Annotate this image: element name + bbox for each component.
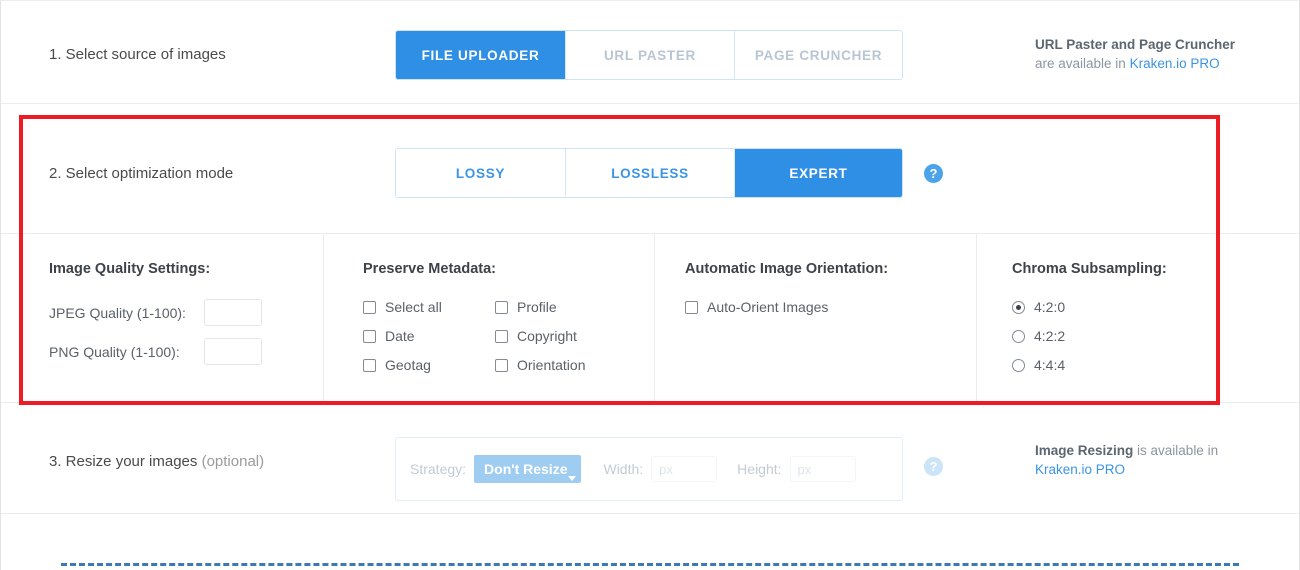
tab-lossless-label: LOSSLESS	[611, 165, 689, 181]
panel-chroma-subsampling: Chroma Subsampling: 4:2:0 4:2:2 4:4:4	[1012, 261, 1167, 386]
section-source-label: 1. Select source of images	[49, 46, 226, 63]
resize-controls-box: Strategy: Don't Resize Width: Height:	[395, 437, 903, 501]
section-mode-label-text: 2. Select optimization mode	[49, 165, 234, 182]
checkbox-icon-date	[363, 329, 376, 343]
panel-image-quality: Image Quality Settings: JPEG Quality (1-…	[49, 261, 262, 377]
section-resize-label-text: 3. Resize your images	[49, 453, 202, 470]
source-pro-link[interactable]: Kraken.io PRO	[1130, 56, 1220, 71]
checkbox-icon-auto-orient	[685, 300, 698, 314]
checkbox-auto-orient-images[interactable]: Auto-Orient Images	[685, 299, 888, 315]
checkbox-geotag[interactable]: Geotag	[363, 357, 495, 373]
checkbox-copyright[interactable]: Copyright	[495, 328, 585, 344]
checkbox-date-label: Date	[385, 328, 415, 344]
resize-pro-link[interactable]: Kraken.io PRO	[1035, 462, 1125, 477]
section-resize-label: 3. Resize your images (optional)	[49, 453, 264, 470]
checkbox-date[interactable]: Date	[363, 328, 495, 344]
tab-expert[interactable]: EXPERT	[735, 149, 902, 197]
section-select-source: 1. Select source of images FILE UPLOADER…	[1, 1, 1299, 103]
metadata-checkbox-grid: Select all Profile Date Copyright Geotag	[363, 299, 585, 373]
tab-file-uploader-label: FILE UPLOADER	[421, 47, 540, 63]
height-input[interactable]	[789, 456, 856, 482]
source-pro-note-line1: URL Paster and Page Cruncher	[1035, 37, 1236, 52]
checkbox-profile-label: Profile	[517, 299, 557, 315]
question-mark-icon-mode[interactable]: ?	[924, 164, 943, 183]
checkbox-icon-select-all	[363, 300, 376, 314]
panel-preserve-metadata: Preserve Metadata: Select all Profile Da…	[363, 261, 585, 373]
strategy-select[interactable]: Don't Resize	[474, 455, 582, 483]
png-quality-label: PNG Quality (1-100):	[49, 343, 180, 360]
question-mark-icon-glyph: ?	[929, 166, 938, 181]
panel-chroma-subsampling-title: Chroma Subsampling:	[1012, 261, 1167, 277]
checkbox-icon-geotag	[363, 358, 376, 372]
checkbox-orientation[interactable]: Orientation	[495, 357, 585, 373]
resize-pro-note-rest: is available in	[1133, 443, 1219, 458]
section-source-label-text: 1. Select source of images	[49, 46, 226, 63]
jpeg-quality-label: JPEG Quality (1-100):	[49, 304, 186, 321]
checkbox-select-all[interactable]: Select all	[363, 299, 495, 315]
field-row-png-quality: PNG Quality (1-100):	[49, 338, 262, 365]
radio-chroma-420[interactable]: 4:2:0	[1012, 299, 1167, 315]
radio-icon-chroma-420	[1012, 300, 1025, 314]
strategy-select-value: Don't Resize	[484, 461, 568, 477]
radio-chroma-444-label: 4:4:4	[1034, 357, 1066, 373]
tab-file-uploader[interactable]: FILE UPLOADER	[396, 31, 566, 79]
tab-page-cruncher[interactable]: PAGE CRUNCHER	[735, 31, 902, 79]
kraken-optimization-settings-page: 1. Select source of images FILE UPLOADER…	[0, 0, 1300, 570]
png-quality-input[interactable]	[204, 338, 262, 365]
radio-chroma-420-label: 4:2:0	[1034, 299, 1066, 315]
radio-icon-chroma-444	[1012, 358, 1025, 372]
panel-preserve-metadata-title: Preserve Metadata:	[363, 261, 496, 277]
radio-icon-chroma-422	[1012, 329, 1025, 343]
checkbox-auto-orient-label: Auto-Orient Images	[707, 299, 829, 315]
jpeg-quality-input[interactable]	[204, 299, 262, 326]
resize-pro-note: Image Resizing is available in Kraken.io…	[1035, 441, 1218, 479]
dropzone-dashed-edge[interactable]	[61, 563, 1239, 570]
panel-automatic-orientation-title: Automatic Image Orientation:	[685, 261, 889, 277]
radio-chroma-422[interactable]: 4:2:2	[1012, 328, 1167, 344]
section-optimization-mode: 2. Select optimization mode LOSSY LOSSLE…	[1, 104, 1299, 233]
width-input[interactable]	[651, 456, 718, 482]
height-label: Height:	[737, 461, 782, 477]
radio-chroma-444[interactable]: 4:4:4	[1012, 357, 1167, 373]
panel-image-quality-title: Image Quality Settings:	[49, 261, 211, 277]
divider-below-resize	[1, 513, 1299, 514]
question-mark-icon-resize-glyph: ?	[929, 459, 938, 474]
panel-automatic-orientation: Automatic Image Orientation: Auto-Orient…	[685, 261, 888, 315]
divider-quality-metadata	[323, 234, 324, 402]
section-resize-label-optional: (optional)	[201, 453, 265, 470]
checkbox-orientation-label: Orientation	[517, 357, 586, 373]
radio-chroma-422-label: 4:2:2	[1034, 328, 1066, 344]
tab-url-paster-label: URL PASTER	[603, 47, 696, 63]
checkbox-select-all-label: Select all	[385, 299, 442, 315]
checkbox-profile[interactable]: Profile	[495, 299, 585, 315]
chevron-down-icon	[568, 476, 577, 481]
divider-metadata-orientation	[654, 234, 655, 402]
tab-lossy-label: LOSSY	[455, 165, 506, 181]
checkbox-copyright-label: Copyright	[517, 328, 577, 344]
mode-tab-group[interactable]: LOSSY LOSSLESS EXPERT	[395, 148, 903, 198]
tab-lossless[interactable]: LOSSLESS	[566, 149, 735, 197]
source-pro-note: URL Paster and Page Cruncher are availab…	[1035, 35, 1235, 73]
tab-expert-label: EXPERT	[789, 165, 848, 181]
checkbox-icon-profile	[495, 300, 508, 314]
tab-page-cruncher-label: PAGE CRUNCHER	[754, 47, 883, 63]
question-mark-icon-resize[interactable]: ?	[924, 457, 943, 476]
checkbox-icon-orientation	[495, 358, 508, 372]
source-pro-note-line2: are available in	[1035, 56, 1130, 71]
resize-pro-note-strong: Image Resizing	[1035, 443, 1134, 458]
strategy-label: Strategy:	[410, 461, 467, 477]
width-label: Width:	[603, 461, 644, 477]
section-resize-images: 3. Resize your images (optional) Strateg…	[1, 403, 1299, 513]
tab-lossy[interactable]: LOSSY	[396, 149, 566, 197]
checkbox-geotag-label: Geotag	[385, 357, 431, 373]
expert-settings-row: Image Quality Settings: JPEG Quality (1-…	[1, 234, 1299, 402]
tab-url-paster[interactable]: URL PASTER	[566, 31, 735, 79]
section-mode-label: 2. Select optimization mode	[49, 165, 233, 182]
source-tab-group[interactable]: FILE UPLOADER URL PASTER PAGE CRUNCHER	[395, 30, 903, 80]
checkbox-icon-copyright	[495, 329, 508, 343]
divider-orientation-chroma	[976, 234, 977, 402]
field-row-jpeg-quality: JPEG Quality (1-100):	[49, 299, 262, 326]
